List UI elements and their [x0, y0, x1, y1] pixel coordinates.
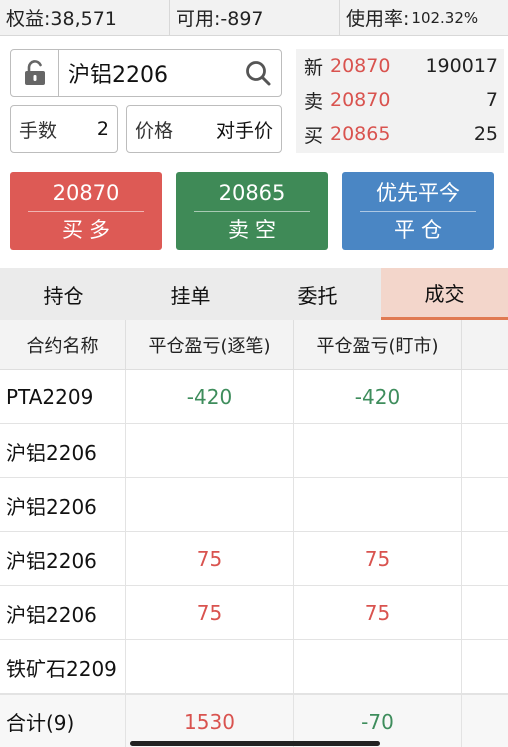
usage-label: 使用率: — [346, 8, 410, 30]
header-contract[interactable]: 合约名称 — [0, 320, 126, 370]
quote-key: 新 — [304, 56, 324, 79]
contract-name: 沪铝2206 — [0, 586, 126, 640]
symbol-selector[interactable]: 沪铝2206 — [10, 49, 282, 97]
table-row[interactable]: 沪铝2206 — [0, 478, 508, 532]
pnl-mark: -420 — [294, 370, 462, 424]
quantity-value[interactable]: 2 — [97, 118, 109, 140]
close-position-button[interactable]: 优先平今 平仓 — [342, 172, 494, 250]
quote-price: 20870 — [330, 55, 391, 77]
header-pnl-trade[interactable]: 平仓盈亏(逐笔) — [126, 320, 294, 370]
table-row[interactable]: 沪铝2206 75 75 — [0, 532, 508, 586]
table-row[interactable]: 沪铝2206 — [0, 424, 508, 478]
total-pnl-mark: -70 — [294, 695, 462, 747]
extra-cell — [462, 640, 508, 694]
pnl-mark — [294, 424, 462, 478]
contract-name: 铁矿石2209 — [0, 640, 126, 694]
extra-cell — [462, 370, 508, 424]
usage-rate: 使用率: 102.32% — [340, 0, 508, 36]
quote-panel: 新 20870 190017 卖 20870 7 买 20865 25 — [296, 49, 504, 153]
price-field[interactable]: 价格 对手价 — [126, 105, 282, 153]
pnl-trade: 75 — [126, 532, 294, 586]
extra-cell — [462, 586, 508, 640]
sell-label: 卖空 — [228, 217, 282, 242]
quote-price: 20870 — [330, 89, 391, 111]
contract-name: 沪铝2206 — [0, 532, 126, 586]
sell-short-button[interactable]: 20865 卖空 — [176, 172, 328, 250]
buy-price: 20870 — [52, 180, 120, 205]
tab-pending-orders[interactable]: 挂单 — [127, 268, 254, 320]
tab-positions[interactable]: 持仓 — [0, 268, 127, 320]
quote-price: 20865 — [330, 123, 391, 145]
contract-name: 沪铝2206 — [0, 424, 126, 478]
quote-row-bid: 买 20865 25 — [296, 117, 504, 151]
available-text: 可用:-897 — [170, 0, 340, 36]
extra-cell — [462, 424, 508, 478]
pnl-mark: 75 — [294, 586, 462, 640]
quote-key: 卖 — [304, 90, 324, 113]
pnl-trade — [126, 640, 294, 694]
lock-open-icon[interactable] — [11, 50, 59, 96]
pnl-mark — [294, 478, 462, 532]
header-extra — [462, 320, 508, 370]
account-status-bar: 权益:38,571 可用:-897 使用率: 102.32% — [0, 0, 508, 36]
price-label: 价格 — [135, 119, 174, 142]
quote-volume: 7 — [485, 89, 498, 111]
price-value[interactable]: 对手价 — [216, 116, 273, 143]
tab-trades[interactable]: 成交 — [381, 268, 508, 320]
table-total-row: 合计(9) 1530 -70 — [0, 694, 508, 747]
close-label: 平仓 — [394, 217, 448, 242]
contract-name: PTA2209 — [0, 370, 126, 424]
pnl-mark: 75 — [294, 532, 462, 586]
quantity-label: 手数 — [19, 119, 58, 142]
contract-name: 沪铝2206 — [0, 478, 126, 532]
table-row[interactable]: PTA2209 -420 -420 — [0, 370, 508, 424]
sell-price: 20865 — [218, 180, 286, 205]
table-row[interactable]: 铁矿石2209 — [0, 640, 508, 694]
symbol-input[interactable]: 沪铝2206 — [59, 57, 235, 89]
buy-label: 买多 — [62, 217, 116, 242]
quote-row-last: 新 20870 190017 — [296, 49, 504, 83]
quote-key: 买 — [304, 124, 324, 147]
search-icon[interactable] — [235, 50, 281, 96]
buy-long-button[interactable]: 20870 买多 — [10, 172, 162, 250]
header-pnl-mark[interactable]: 平仓盈亏(盯市) — [294, 320, 462, 370]
close-mode: 优先平今 — [376, 180, 460, 205]
extra-cell — [462, 532, 508, 586]
tab-orders[interactable]: 委托 — [254, 268, 381, 320]
extra-cell — [462, 695, 508, 747]
quote-volume: 25 — [473, 123, 498, 145]
table-row[interactable]: 沪铝2206 75 75 — [0, 586, 508, 640]
quote-volume: 190017 — [425, 55, 498, 77]
quantity-field[interactable]: 手数 2 — [10, 105, 118, 153]
pnl-trade — [126, 478, 294, 532]
trades-table: PTA2209 -420 -420 沪铝2206 沪铝2206 沪铝2206 7… — [0, 370, 508, 694]
home-indicator — [130, 741, 380, 746]
tab-bar: 持仓 挂单 委托 成交 — [0, 268, 508, 320]
extra-cell — [462, 478, 508, 532]
total-pnl-trade: 1530 — [126, 695, 294, 747]
equity-text: 权益:38,571 — [0, 0, 170, 36]
quote-row-ask: 卖 20870 7 — [296, 83, 504, 117]
usage-value: 102.32% — [411, 8, 479, 27]
total-label: 合计(9) — [0, 695, 126, 747]
pnl-mark — [294, 640, 462, 694]
pnl-trade: -420 — [126, 370, 294, 424]
pnl-trade — [126, 424, 294, 478]
table-header: 合约名称 平仓盈亏(逐笔) 平仓盈亏(盯市) — [0, 320, 508, 370]
pnl-trade: 75 — [126, 586, 294, 640]
